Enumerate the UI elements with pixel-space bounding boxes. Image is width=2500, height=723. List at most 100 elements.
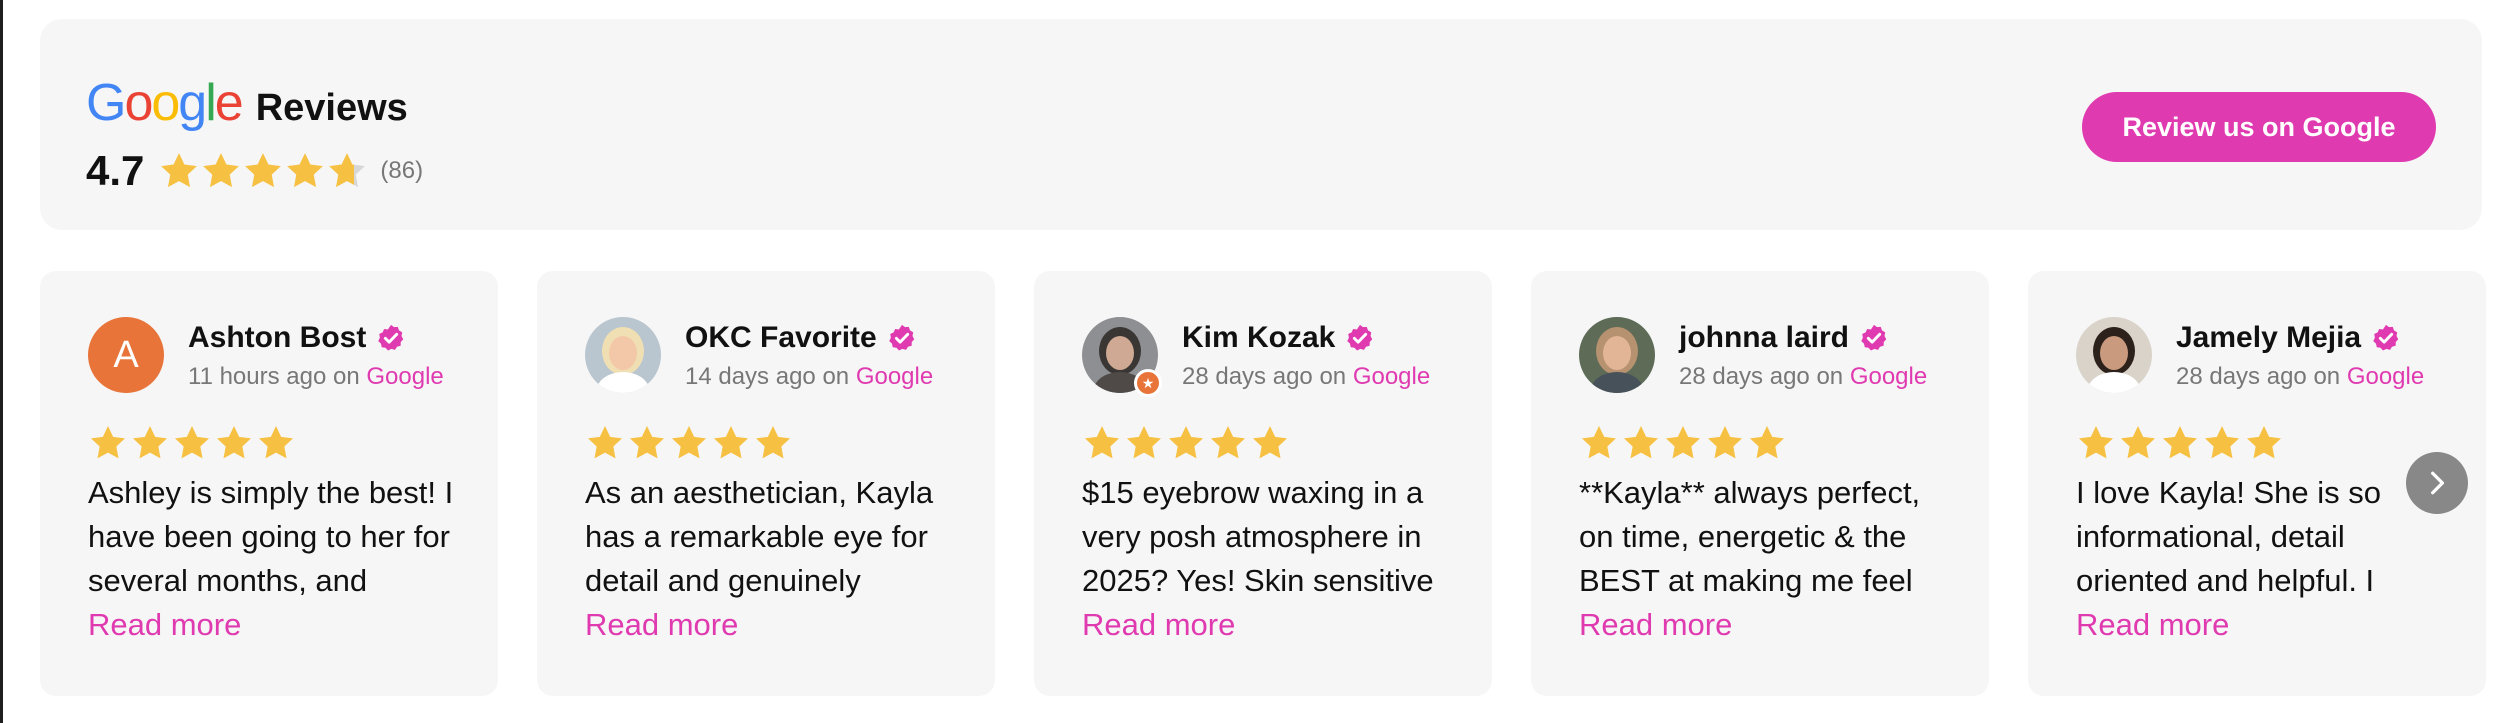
- review-stars: [585, 423, 795, 463]
- review-source: Google: [2346, 363, 2425, 390]
- star-icon: [2244, 423, 2284, 463]
- review-text: Ashley is simply the best! I have been g…: [88, 475, 454, 598]
- star-icon: [1621, 423, 1661, 463]
- review-on-label: on: [1312, 363, 1353, 390]
- star-icon: [753, 423, 793, 463]
- google-logo-letter: o: [151, 74, 180, 132]
- reviewer-name: johnna laird: [1679, 321, 1850, 354]
- reviewer-name: Kim Kozak: [1182, 321, 1336, 354]
- review-time: 11 hours ago: [188, 363, 327, 390]
- star-icon: [1166, 423, 1206, 463]
- verified-badge-icon: [2371, 323, 2401, 353]
- left-border: [0, 0, 3, 723]
- avatar: [2076, 317, 2152, 393]
- review-on-label: on: [326, 363, 367, 390]
- review-stars: [2076, 423, 2286, 463]
- star-icon: [2202, 423, 2242, 463]
- star-icon: [627, 423, 667, 463]
- star-icon: [1663, 423, 1703, 463]
- review-card: johnna laird 28 days ago on Google **Kayla…: [1531, 271, 1989, 696]
- avatar: [1579, 317, 1655, 393]
- star-icon: [711, 423, 751, 463]
- star-icon: [1250, 423, 1290, 463]
- star-icon: [1082, 423, 1122, 463]
- review-time: 28 days ago: [1182, 363, 1313, 390]
- star-icon: [172, 423, 212, 463]
- google-logo-letter: l: [205, 74, 216, 132]
- next-button[interactable]: [2406, 452, 2468, 514]
- review-carousel: A Ashton Bost 11 hours ago on Google Ashley…: [40, 271, 2500, 696]
- review-source: Google: [1849, 363, 1928, 390]
- overall-rating: 4.7 (86): [86, 147, 423, 195]
- reviews-title: Reviews: [255, 87, 408, 129]
- read-more-link[interactable]: Read more: [88, 607, 241, 643]
- review-text: $15 eyebrow waxing in a very posh atmosp…: [1082, 475, 1434, 598]
- review-stars: [1082, 423, 1292, 463]
- review-meta: 28 days ago on Google: [2176, 363, 2424, 391]
- reviewer-name-row: Ashton Bost: [188, 321, 406, 355]
- reviews-brand: Google Reviews: [86, 69, 408, 129]
- avatar: [585, 317, 661, 393]
- review-card: OKC Favorite 14 days ago on Google As an a…: [537, 271, 995, 696]
- star-icon: [1208, 423, 1248, 463]
- review-time: 28 days ago: [1679, 363, 1810, 390]
- avatar-initial: A: [113, 333, 139, 376]
- review-source: Google: [366, 363, 444, 390]
- review-card: ★ Kim Kozak 28 days ago on Google $15 eyebr…: [1034, 271, 1492, 696]
- reviewer-name-row: Jamely Mejia: [2176, 321, 2401, 355]
- review-card: A Ashton Bost 11 hours ago on Google Ashley…: [40, 271, 498, 696]
- review-us-button[interactable]: Review us on Google: [2082, 92, 2436, 162]
- review-meta: 11 hours ago on Google: [188, 363, 444, 391]
- rating-value: 4.7: [86, 147, 145, 194]
- reviewer-name-row: johnna laird: [1679, 321, 1889, 355]
- review-meta: 28 days ago on Google: [1679, 363, 1927, 391]
- chevron-right-icon: [2431, 471, 2445, 495]
- verified-badge-icon: [1345, 323, 1375, 353]
- review-meta: 28 days ago on Google: [1182, 363, 1430, 391]
- reviews-summary-panel: Google Reviews 4.7 (86) Review us on Goo…: [40, 19, 2482, 230]
- verified-badge-icon: [376, 323, 406, 353]
- reviewer-name-row: Kim Kozak: [1182, 321, 1375, 355]
- read-more-link[interactable]: Read more: [1082, 607, 1235, 643]
- rating-stars: [158, 150, 368, 192]
- read-more-link[interactable]: Read more: [585, 607, 738, 643]
- reviewer-name-row: OKC Favorite: [685, 321, 917, 355]
- star-icon: [284, 150, 326, 192]
- star-icon: [1579, 423, 1619, 463]
- read-more-link[interactable]: Read more: [1579, 607, 1732, 643]
- review-time: 14 days ago: [685, 363, 816, 390]
- review-text: I love Kayla! She is so informational, d…: [2076, 475, 2381, 598]
- star-icon: [326, 150, 368, 192]
- review-time: 28 days ago: [2176, 363, 2307, 390]
- avatar: A: [88, 317, 164, 393]
- google-logo-letter: e: [214, 74, 244, 132]
- review-on-label: on: [1809, 363, 1850, 390]
- star-icon: [585, 423, 625, 463]
- review-text: **Kayla** always perfect, on time, energ…: [1579, 475, 1921, 598]
- review-source: Google: [855, 363, 934, 390]
- star-icon: [1747, 423, 1787, 463]
- star-icon: [214, 423, 254, 463]
- verified-badge-icon: [887, 323, 917, 353]
- star-icon: [2118, 423, 2158, 463]
- review-source: Google: [1352, 363, 1431, 390]
- review-text: As an aesthetician, Kayla has a remarkab…: [585, 475, 934, 598]
- review-count: (86): [380, 157, 424, 184]
- google-logo-letter: g: [178, 74, 207, 132]
- star-icon: [256, 423, 296, 463]
- local-guide-badge-icon: ★: [1134, 369, 1162, 397]
- reviewer-name: Jamely Mejia: [2176, 321, 2362, 354]
- google-logo: Google: [86, 74, 244, 132]
- review-meta: 14 days ago on Google: [685, 363, 933, 391]
- star-icon: [2076, 423, 2116, 463]
- star-icon: [158, 150, 200, 192]
- reviewer-name: Ashton Bost: [188, 321, 367, 354]
- star-icon: [669, 423, 709, 463]
- read-more-link[interactable]: Read more: [2076, 607, 2229, 643]
- verified-badge-icon: [1859, 323, 1889, 353]
- star-icon: [88, 423, 128, 463]
- star-icon: [130, 423, 170, 463]
- review-stars: [88, 423, 298, 463]
- reviewer-name: OKC Favorite: [685, 321, 877, 354]
- star-icon: [200, 150, 242, 192]
